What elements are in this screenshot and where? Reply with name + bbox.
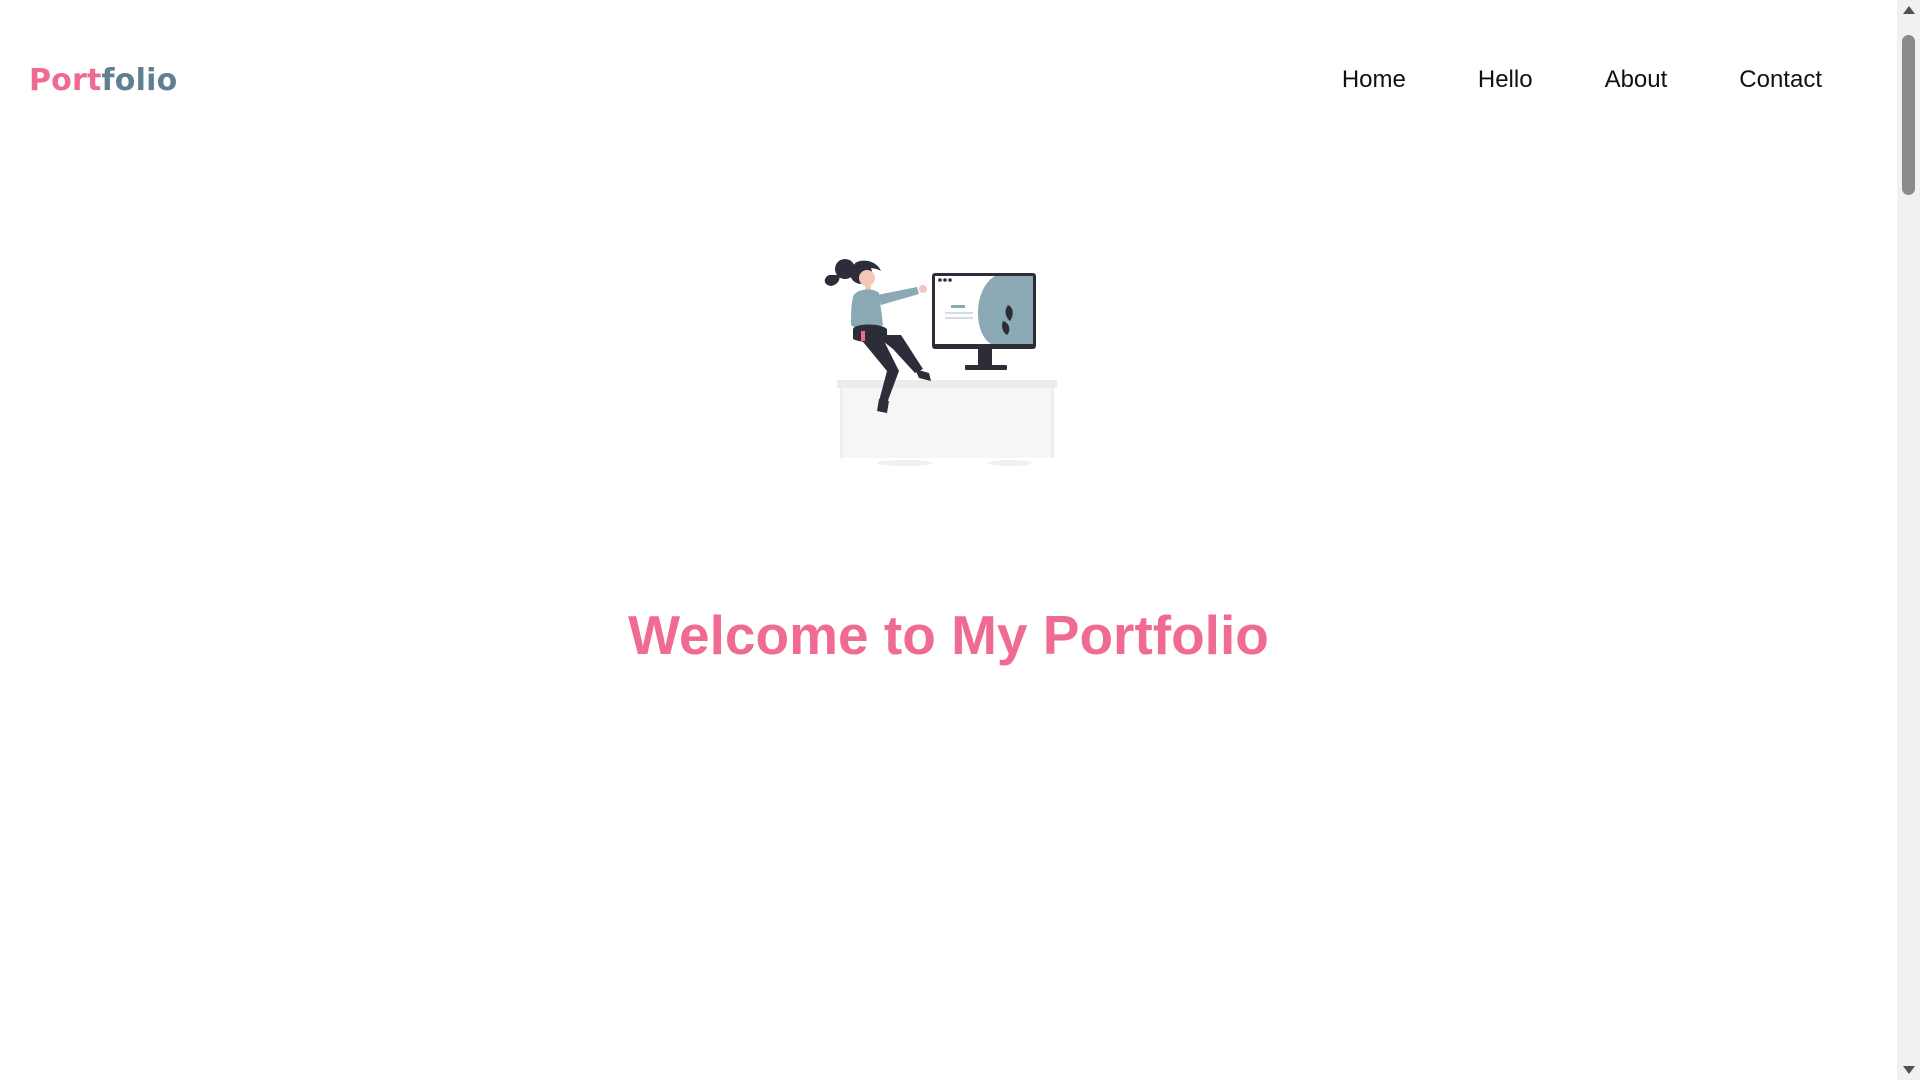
vertical-scrollbar[interactable] — [1897, 0, 1920, 1080]
nav-link-hello[interactable]: Hello — [1478, 60, 1533, 100]
monitor — [932, 273, 1036, 370]
nav-link-contact[interactable]: Contact — [1739, 60, 1822, 100]
nav-link-about[interactable]: About — [1605, 60, 1668, 100]
woman-at-computer-illustration — [824, 259, 1057, 466]
desk — [837, 380, 1057, 466]
logo-text-folio: folio — [101, 63, 178, 98]
hero-illustration — [815, 245, 1065, 470]
triangle-up-icon — [1902, 6, 1915, 14]
browser-page: Portfolio Home Hello About Contact Welco… — [0, 0, 1920, 1080]
main-nav: Home Hello About Contact — [1342, 60, 1822, 100]
scrollbar-thumb[interactable] — [1902, 35, 1915, 195]
triangle-down-icon — [1902, 1066, 1915, 1074]
scroll-down-arrow[interactable] — [1897, 1060, 1920, 1080]
site-logo[interactable]: Portfolio — [29, 57, 177, 105]
page-viewport: Portfolio Home Hello About Contact Welco… — [0, 0, 1897, 1080]
hero-title: Welcome to My Portfolio — [628, 604, 1269, 666]
site-header: Portfolio Home Hello About Contact — [0, 0, 1897, 160]
scroll-up-arrow[interactable] — [1897, 0, 1920, 20]
logo-text-port: Port — [29, 63, 102, 98]
nav-link-home[interactable]: Home — [1342, 60, 1406, 100]
